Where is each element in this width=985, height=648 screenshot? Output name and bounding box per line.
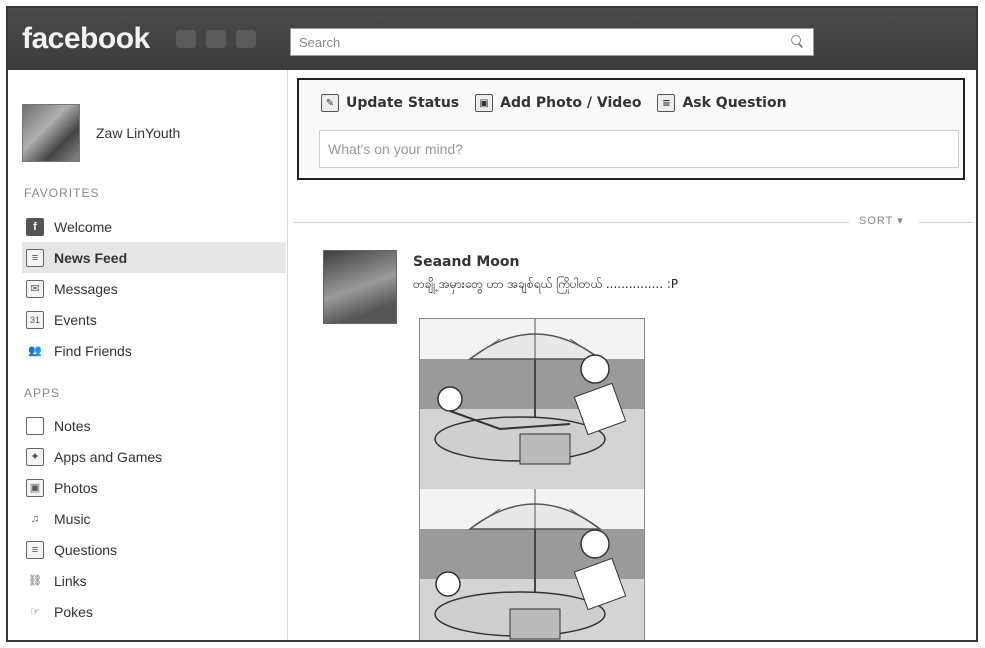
- links-icon: ⛓: [28, 575, 42, 587]
- tab-ask-question[interactable]: ≡ Ask Question: [657, 94, 787, 112]
- beach-cartoon-image: [420, 319, 644, 640]
- main-feed: ✎ Update Status ▣ Add Photo / Video ≡ As…: [289, 70, 976, 640]
- profile-link[interactable]: Zaw LinYouth: [22, 104, 180, 162]
- news-feed-icon: ≡: [26, 248, 44, 267]
- photos-icon: ▣: [26, 478, 44, 497]
- questions-icon: ≡: [26, 540, 44, 559]
- facebook-f-icon: f: [26, 217, 44, 236]
- sidebar-item-music[interactable]: ♫ Music: [22, 503, 286, 534]
- sort-row: SORT ▾: [293, 214, 973, 230]
- sidebar-item-news-feed[interactable]: ≡ News Feed: [22, 242, 286, 273]
- post-text: တချို့ အမှားတွေ ဟာ အချစ်ရယ် ကြိုပါတယ် ..…: [413, 277, 679, 291]
- notification-icons: [176, 30, 256, 48]
- sidebar-item-apps-games[interactable]: ✦ Apps and Games: [22, 441, 286, 472]
- sidebar-item-label: Events: [54, 311, 97, 328]
- tab-label: Update Status: [346, 95, 460, 111]
- status-icon: ✎: [321, 94, 339, 112]
- notifications-icon[interactable]: [236, 30, 256, 48]
- sidebar-item-label: Welcome: [54, 218, 113, 235]
- avatar[interactable]: [22, 104, 80, 162]
- favorites-heading: FAVORITES: [24, 186, 100, 200]
- sidebar-item-find-friends[interactable]: 👥 Find Friends: [22, 335, 286, 366]
- calendar-icon: 31: [26, 310, 44, 329]
- post-photo[interactable]: [419, 318, 645, 640]
- sidebar-item-label: Music: [54, 510, 91, 527]
- sidebar-item-label: Notes: [54, 417, 91, 434]
- left-sidebar: Zaw LinYouth FAVORITES f Welcome ≡ News …: [8, 70, 288, 640]
- sidebar-item-label: Apps and Games: [54, 448, 163, 465]
- post-avatar[interactable]: [323, 250, 397, 324]
- question-icon: ≡: [657, 94, 676, 112]
- tab-update-status[interactable]: ✎ Update Status: [321, 94, 459, 112]
- profile-name[interactable]: Zaw LinYouth: [96, 125, 180, 141]
- sidebar-item-label: Pokes: [54, 603, 93, 620]
- sidebar-item-links[interactable]: ⛓ Links: [22, 565, 286, 596]
- search-placeholder: Search: [299, 34, 341, 50]
- sidebar-item-photos[interactable]: ▣ Photos: [22, 472, 286, 503]
- sidebar-item-label: Find Friends: [54, 342, 132, 359]
- pokes-icon: ☞: [30, 606, 40, 618]
- sidebar-item-messages[interactable]: ✉ Messages: [22, 273, 286, 304]
- composer-tabs: ✎ Update Status ▣ Add Photo / Video ≡ As…: [321, 94, 787, 112]
- music-icon: ♫: [30, 512, 40, 525]
- friends-icon: 👥: [28, 345, 42, 357]
- sidebar-item-label: Questions: [54, 541, 118, 558]
- sidebar-item-events[interactable]: 31 Events: [22, 304, 286, 335]
- sidebar-item-label: Photos: [54, 479, 98, 496]
- sort-button[interactable]: SORT ▾: [859, 214, 904, 227]
- tab-label: Add Photo / Video: [500, 95, 642, 111]
- sidebar-item-label: News Feed: [54, 249, 128, 266]
- sidebar-item-notes[interactable]: Notes: [22, 410, 286, 441]
- sidebar-item-label: Messages: [54, 280, 118, 297]
- notes-icon: [26, 416, 44, 435]
- messages-notify-icon[interactable]: [206, 30, 226, 48]
- divider: [293, 222, 849, 223]
- status-placeholder: What's on your mind?: [328, 141, 463, 157]
- top-bar: facebook Search: [8, 8, 976, 70]
- post-author[interactable]: Seaand Moon: [413, 254, 519, 270]
- favorites-nav: f Welcome ≡ News Feed ✉ Messages 31 Even…: [22, 211, 286, 366]
- search-input[interactable]: Search: [290, 28, 814, 56]
- apps-nav: Notes ✦ Apps and Games ▣ Photos ♫ Music …: [22, 410, 286, 627]
- sidebar-item-label: Links: [54, 572, 87, 589]
- apps-games-icon: ✦: [26, 447, 44, 466]
- tab-add-photo-video[interactable]: ▣ Add Photo / Video: [475, 94, 641, 112]
- apps-heading: APPS: [24, 386, 61, 400]
- search-icon[interactable]: [791, 35, 805, 49]
- status-input[interactable]: What's on your mind?: [319, 130, 959, 168]
- messages-icon: ✉: [26, 279, 44, 298]
- photo-icon: ▣: [475, 94, 494, 112]
- browser-frame: facebook Search Zaw LinYouth FAVORITES f…: [6, 6, 978, 642]
- sidebar-item-welcome[interactable]: f Welcome: [22, 211, 286, 242]
- status-composer: ✎ Update Status ▣ Add Photo / Video ≡ As…: [297, 78, 965, 180]
- divider: [919, 222, 973, 223]
- friend-requests-icon[interactable]: [176, 30, 196, 48]
- sidebar-item-pokes[interactable]: ☞ Pokes: [22, 596, 286, 627]
- tab-label: Ask Question: [682, 95, 787, 111]
- sidebar-item-questions[interactable]: ≡ Questions: [22, 534, 286, 565]
- facebook-logo[interactable]: facebook: [22, 22, 150, 56]
